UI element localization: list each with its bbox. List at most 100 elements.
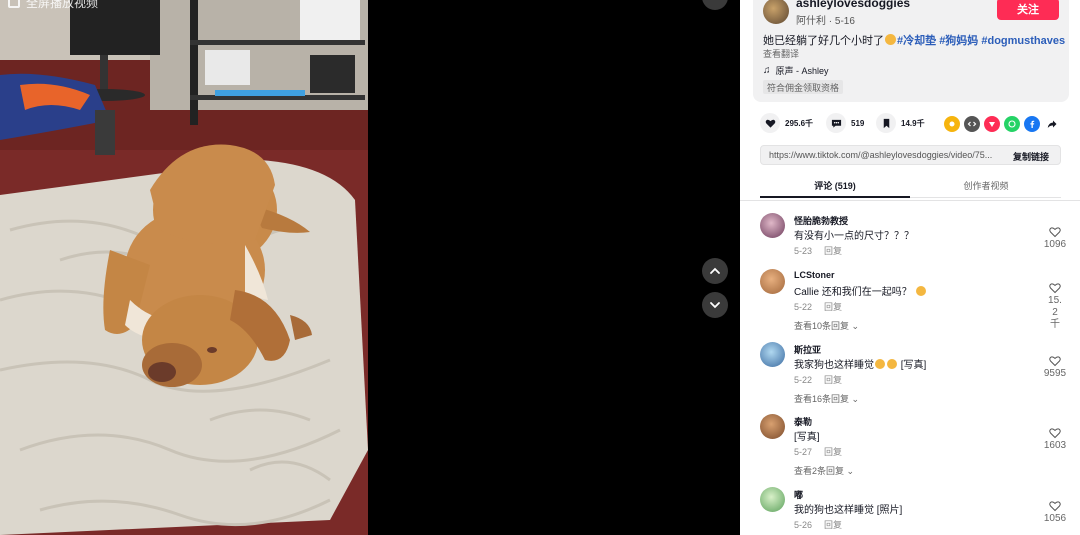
like-action[interactable]: 295.6千	[760, 113, 813, 133]
reply-button[interactable]: 回复	[824, 246, 842, 256]
commenter-avatar[interactable]	[760, 269, 785, 294]
view-replies-link[interactable]: 查看16条回复 ⌄	[794, 392, 859, 405]
facebook-icon[interactable]	[1024, 116, 1040, 132]
view-replies-label: 查看2条回复	[794, 466, 845, 476]
commission-eligible-badge: 符合佣金领取资格	[763, 80, 844, 94]
reply-button[interactable]: 回复	[824, 520, 842, 530]
share-arrow-icon[interactable]	[1044, 116, 1060, 132]
comment-meta: 5-23 回复	[794, 244, 842, 257]
comment-like-count: 15.2千	[1048, 295, 1062, 330]
laughing-emoji-icon	[885, 34, 896, 45]
commenter-avatar[interactable]	[760, 487, 785, 512]
author-name[interactable]: ashleylovesdoggies	[796, 0, 910, 10]
tab-creator-videos[interactable]: 创作者视频	[911, 179, 1061, 192]
reply-button[interactable]: 回复	[824, 447, 842, 457]
comment-text: [写真]	[794, 432, 820, 443]
heart-outline-icon	[1049, 227, 1061, 238]
video-stage: 全屏播放视频	[0, 0, 740, 535]
heart-icon	[760, 113, 780, 133]
chevron-down-icon: ⌄	[846, 466, 855, 476]
follow-button[interactable]: 关注	[997, 0, 1059, 20]
reply-button[interactable]: 回复	[824, 302, 842, 312]
comment-date: 5-22	[794, 375, 813, 385]
comment-action[interactable]: 519	[826, 113, 864, 133]
heart-outline-icon	[1049, 501, 1061, 512]
save-count: 14.9千	[901, 118, 925, 128]
comment-like-button[interactable]: 9595	[1042, 355, 1068, 380]
code-embed-icon[interactable]	[964, 116, 980, 132]
embed-share-icon[interactable]	[944, 116, 960, 132]
copy-link-button[interactable]: 复制链接	[1013, 150, 1049, 163]
comment-like-button[interactable]: 15.2千	[1042, 282, 1068, 331]
view-replies-label: 查看16条回复	[794, 394, 850, 404]
video-frame-dog-sleeping	[0, 0, 368, 535]
video-player[interactable]: 全屏播放视频	[0, 0, 368, 535]
music-note-icon: ♫	[763, 65, 771, 76]
save-action[interactable]: 14.9千	[876, 113, 925, 133]
send-to-friends-icon[interactable]	[984, 116, 1000, 132]
comment-sticker-text: [写真]	[900, 360, 927, 371]
reply-button[interactable]: 回复	[824, 375, 842, 385]
description-card: ashleylovesdoggies 阿什利 · 5-16 关注 她已经躺了好几…	[753, 0, 1069, 102]
tab-comments[interactable]: 评论 (519)	[760, 179, 910, 192]
comment-text: 我家狗也这样睡觉	[794, 360, 874, 371]
commenter-name[interactable]: 斯拉亚	[794, 343, 821, 356]
commenter-avatar[interactable]	[760, 414, 785, 439]
video-link-box: https://www.tiktok.com/@ashleylovesdoggi…	[760, 145, 1061, 165]
view-replies-link[interactable]: 查看10条回复 ⌄	[794, 319, 859, 332]
chevron-up-icon	[710, 267, 720, 274]
commenter-avatar[interactable]	[760, 342, 785, 367]
next-video-button[interactable]	[702, 292, 728, 318]
laughing-emoji-icon	[887, 359, 897, 369]
active-tab-indicator	[760, 196, 910, 198]
comment-like-button[interactable]: 1056	[1042, 500, 1068, 525]
view-replies-link[interactable]: 查看2条回复 ⌄	[794, 464, 854, 477]
commenter-name[interactable]: 怪胎脆勃教授	[794, 214, 848, 227]
like-count: 295.6千	[785, 118, 814, 128]
video-caption: 她已经躺了好几个小时了 #冷却垫 #狗妈妈 #dogmusthaves	[763, 32, 1065, 48]
whatsapp-icon[interactable]	[1004, 116, 1020, 132]
comment-meta: 5-22 回复	[794, 300, 842, 313]
author-avatar[interactable]	[763, 0, 789, 24]
comment-date: 5-22	[794, 302, 813, 312]
comment-meta: 5-27 回复	[794, 445, 842, 458]
hashtag-link[interactable]: #冷却垫	[897, 35, 936, 47]
comment-count: 519	[851, 118, 865, 128]
commenter-name[interactable]: 泰勒	[794, 415, 812, 428]
comment-meta: 5-26 回复	[794, 518, 842, 531]
comment-text: 有没有小一点的尺寸？？？	[794, 231, 914, 242]
comment-date: 5-23	[794, 246, 813, 256]
author-subtitle: 阿什利 · 5-16	[796, 16, 855, 27]
laughing-emoji-icon	[875, 359, 885, 369]
hashtag-link[interactable]: #dogmusthaves	[981, 35, 1065, 47]
comment-text-row: Callie 还和我们在一起吗？	[794, 283, 927, 298]
caption-text: 她已经躺了好几个小时了	[763, 35, 884, 47]
comment-date: 5-26	[794, 520, 813, 530]
action-bar: 295.6千 519 14.9千	[740, 113, 1080, 135]
heart-outline-icon	[1049, 356, 1061, 367]
fullscreen-hint[interactable]: 全屏播放视频	[8, 0, 98, 12]
chevron-down-icon: ⌄	[851, 321, 860, 331]
comment-bubble-icon	[826, 113, 846, 133]
comment-like-count: 9595	[1043, 368, 1067, 379]
divider	[740, 200, 1080, 201]
commenter-name[interactable]: LCStoner	[794, 270, 835, 280]
comment-like-count: 1056	[1043, 513, 1067, 524]
close-button[interactable]	[702, 0, 728, 10]
video-link-url[interactable]: https://www.tiktok.com/@ashleylovesdoggi…	[769, 150, 1004, 160]
commenter-name[interactable]: 嘟	[794, 488, 803, 501]
heart-outline-icon	[1049, 428, 1061, 439]
comment-like-count: 1603	[1043, 440, 1067, 451]
comment-like-button[interactable]: 1603	[1042, 427, 1068, 452]
details-panel: ashleylovesdoggies 阿什利 · 5-16 关注 她已经躺了好几…	[740, 0, 1080, 535]
translate-link[interactable]: 查看翻译	[763, 47, 799, 60]
previous-video-button[interactable]	[702, 258, 728, 284]
hashtag-link[interactable]: #狗妈妈	[939, 35, 978, 47]
tiktok-video-page: 全屏播放视频 ashleylovesdoggies 阿什利 · 5-16 关注 …	[0, 0, 1080, 535]
comment-date: 5-27	[794, 447, 813, 457]
comment-text: 我的狗也这样睡觉 [照片]	[794, 505, 903, 516]
commenter-avatar[interactable]	[760, 213, 785, 238]
comment-like-button[interactable]: 1096	[1042, 226, 1068, 251]
music-link[interactable]: ♫ 原声 - Ashley	[763, 64, 829, 77]
comment-text: Callie 还和我们在一起吗？	[794, 287, 912, 298]
